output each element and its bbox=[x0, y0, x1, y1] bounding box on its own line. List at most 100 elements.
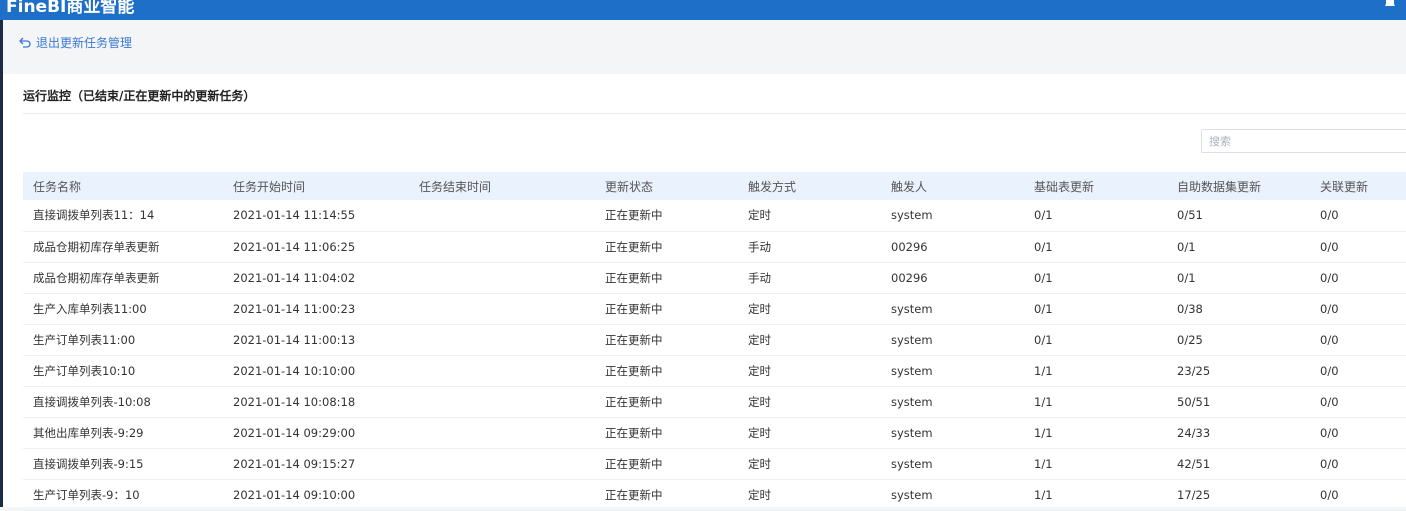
column-header[interactable]: 触发人 bbox=[881, 172, 1024, 200]
monitor-panel: 运行监控（已结束/正在更新中的更新任务） 任务名称任务开始时间任务结束时间更新状… bbox=[3, 74, 1406, 510]
table-row[interactable]: 生产入库单列表11:00 2021-01-14 11:00:23 正在更新中 定时 sy… bbox=[23, 293, 1406, 324]
table-cell bbox=[409, 386, 595, 417]
table-cell: 生产入库单列表11:00 bbox=[33, 301, 147, 316]
table-cell: 0/1 bbox=[1177, 270, 1196, 285]
column-header[interactable]: 任务名称 bbox=[23, 172, 223, 200]
table-cell: 生产订单列表11:00 bbox=[33, 332, 136, 347]
table-row[interactable]: 成品仓期初库存单表更新 2021-01-14 11:04:02 正在更新中 手动 002… bbox=[23, 262, 1406, 293]
table-row[interactable]: 成品仓期初库存单表更新 2021-01-14 11:06:25 正在更新中 手动 002… bbox=[23, 231, 1406, 262]
table-cell: 生产订单列表10:10 bbox=[33, 363, 136, 378]
table-cell: 正在更新中 bbox=[605, 332, 663, 347]
table-cell bbox=[409, 417, 595, 448]
table-cell: 2021-01-14 11:00:13 bbox=[233, 332, 356, 347]
table-cell: 定时 bbox=[748, 208, 771, 223]
table-cell: 正在更新中 bbox=[605, 301, 663, 316]
table-cell: 定时 bbox=[748, 363, 771, 378]
column-header[interactable]: 关联更新 bbox=[1310, 172, 1406, 200]
table-cell: system bbox=[891, 456, 933, 471]
table-cell: 0/0 bbox=[1320, 208, 1339, 223]
table-cell: 0/0 bbox=[1320, 487, 1339, 502]
table-cell: 定时 bbox=[748, 425, 771, 440]
table-cell: 23/25 bbox=[1177, 363, 1211, 378]
table-cell: 0/38 bbox=[1177, 301, 1203, 316]
table-cell: 正在更新中 bbox=[605, 394, 663, 409]
table-row[interactable]: 生产订单列表-9：10 2021-01-14 09:10:00 正在更新中 定时 sys… bbox=[23, 479, 1406, 510]
table-cell: 2021-01-14 11:14:55 bbox=[233, 208, 356, 223]
column-header[interactable]: 任务结束时间 bbox=[409, 172, 595, 200]
return-arrow-icon bbox=[19, 37, 31, 48]
table-cell: 正在更新中 bbox=[605, 239, 663, 254]
table-cell: 1/1 bbox=[1034, 456, 1053, 471]
table-cell: 定时 bbox=[748, 487, 771, 502]
table-cell: 0/25 bbox=[1177, 332, 1203, 347]
table-cell: 正在更新中 bbox=[605, 208, 663, 223]
table-cell: 0/1 bbox=[1034, 332, 1053, 347]
table-header-row: 任务名称 任务开始时间 任务结束时间 更新状态 触发方式 触发人 基础表更新 自助数据集更新关… bbox=[23, 172, 1406, 200]
table-body: 直接调拨单列表11：14 2021-01-14 11:14:55 正在更新中 定时 sy… bbox=[23, 200, 1406, 510]
table-cell: 0/1 bbox=[1034, 239, 1053, 254]
app-title: FineBI商业智能 bbox=[6, 0, 135, 17]
column-header[interactable]: 任务开始时间 bbox=[223, 172, 409, 200]
table-cell: 手动 bbox=[748, 239, 771, 254]
table-cell: 正在更新中 bbox=[605, 270, 663, 285]
bell-icon[interactable] bbox=[1384, 0, 1396, 6]
table-cell: 0/1 bbox=[1034, 301, 1053, 316]
table-cell: 0/0 bbox=[1320, 425, 1339, 440]
table-cell: 0/0 bbox=[1320, 270, 1339, 285]
table-cell: 2021-01-14 10:08:18 bbox=[233, 394, 356, 409]
table-cell: 00296 bbox=[891, 270, 928, 285]
table-cell: 1/1 bbox=[1034, 363, 1053, 378]
table-cell bbox=[409, 231, 595, 262]
table-cell: 2021-01-14 10:10:00 bbox=[233, 363, 356, 378]
table-cell: 0/0 bbox=[1320, 456, 1339, 471]
table-cell: 0/1 bbox=[1177, 239, 1196, 254]
table-row[interactable]: 直接调拨单列表11：14 2021-01-14 11:14:55 正在更新中 定时 sy… bbox=[23, 200, 1406, 231]
table-cell: 直接调拨单列表-9:15 bbox=[33, 456, 144, 471]
table-cell: 直接调拨单列表11：14 bbox=[33, 208, 155, 223]
app-header: FineBI商业智能 bbox=[0, 0, 1406, 20]
table-cell: 2021-01-14 09:10:00 bbox=[233, 487, 356, 502]
table-cell: 0/0 bbox=[1320, 332, 1339, 347]
table-row[interactable]: 其他出库单列表-9:29 2021-01-14 09:29:00 正在更新中 定时 sy… bbox=[23, 417, 1406, 448]
table-cell: 24/33 bbox=[1177, 425, 1211, 440]
table-cell: 17/25 bbox=[1177, 487, 1211, 502]
table-cell: 生产订单列表-9：10 bbox=[33, 487, 140, 502]
table-cell: 42/51 bbox=[1177, 456, 1211, 471]
table-cell: 其他出库单列表-9:29 bbox=[33, 425, 144, 440]
search-input[interactable] bbox=[1201, 129, 1406, 153]
table-cell: system bbox=[891, 487, 933, 502]
table-cell bbox=[409, 355, 595, 386]
column-header[interactable]: 基础表更新 bbox=[1024, 172, 1167, 200]
table-cell bbox=[409, 479, 595, 510]
table-row[interactable]: 生产订单列表10:10 2021-01-14 10:10:00 正在更新中 定时 sys… bbox=[23, 355, 1406, 386]
table-cell: 1/1 bbox=[1034, 394, 1053, 409]
table-cell: 手动 bbox=[748, 270, 771, 285]
table-cell: 2021-01-14 11:00:23 bbox=[233, 301, 356, 316]
table-cell: system bbox=[891, 394, 933, 409]
table-cell: 定时 bbox=[748, 301, 771, 316]
table-cell: 0/0 bbox=[1320, 239, 1339, 254]
back-link[interactable]: 退出更新任务管理 bbox=[19, 34, 132, 51]
table-cell: 0/1 bbox=[1034, 270, 1053, 285]
table-cell bbox=[409, 293, 595, 324]
table-cell bbox=[409, 200, 595, 231]
table-cell: system bbox=[891, 425, 933, 440]
table-cell: 2021-01-14 09:15:27 bbox=[233, 456, 356, 471]
column-header[interactable]: 自助数据集更新 bbox=[1167, 172, 1310, 200]
table-row[interactable]: 直接调拨单列表-10:08 2021-01-14 10:08:18 正在更新中 定时 s… bbox=[23, 386, 1406, 417]
table-cell: 1/1 bbox=[1034, 487, 1053, 502]
table-cell: 正在更新中 bbox=[605, 363, 663, 378]
table-row[interactable]: 生产订单列表11:00 2021-01-14 11:00:13 正在更新中 定时 sys… bbox=[23, 324, 1406, 355]
table-row[interactable]: 直接调拨单列表-9:15 2021-01-14 09:15:27 正在更新中 定时 sy… bbox=[23, 448, 1406, 479]
table-cell: system bbox=[891, 363, 933, 378]
column-header[interactable]: 更新状态 bbox=[595, 172, 738, 200]
table-cell: 正在更新中 bbox=[605, 456, 663, 471]
table-cell: 0/0 bbox=[1320, 394, 1339, 409]
table-cell: 0/0 bbox=[1320, 363, 1339, 378]
table-cell: 正在更新中 bbox=[605, 425, 663, 440]
back-bar: 退出更新任务管理 bbox=[3, 20, 1406, 72]
table-cell: 定时 bbox=[748, 456, 771, 471]
divider bbox=[23, 113, 1406, 114]
column-header[interactable]: 触发方式 bbox=[738, 172, 881, 200]
back-link-label: 退出更新任务管理 bbox=[36, 36, 133, 50]
